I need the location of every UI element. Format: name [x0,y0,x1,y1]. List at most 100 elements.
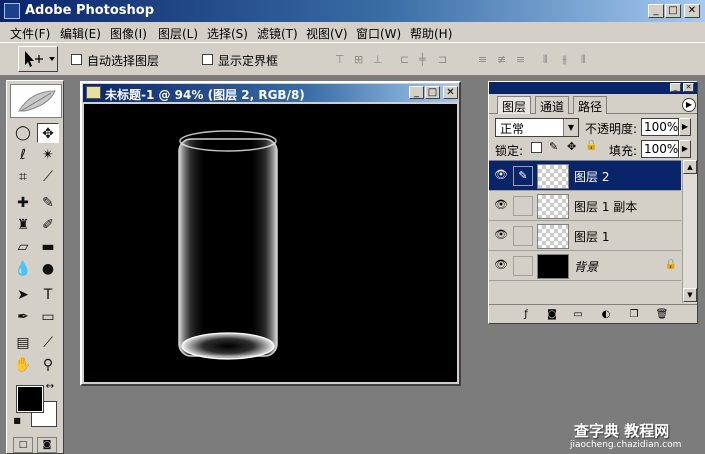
lasso-tool-icon[interactable]: ℓ [12,145,34,165]
toolbox: ◯ ✥ ℓ ✴ ⌗ ⟋ ✚ ✎ ♜ ✐ ▱ ▬ 💧 ● ➤ T ✒ ▭ ▤ ⟋ … [6,80,64,454]
close-button[interactable]: ✕ [684,4,700,18]
delete-layer-icon[interactable]: 🗑 [655,308,669,321]
menu-help[interactable]: 帮助(H) [410,25,452,42]
opacity-slider-arrow[interactable]: ▶ [679,118,691,136]
auto-select-checkbox[interactable] [71,54,82,65]
dodge-tool-icon[interactable]: ● [37,259,59,279]
layer-row[interactable]: 👁 图层 1 副本 [489,191,681,221]
maximize-button[interactable]: □ [665,4,681,18]
align-vcenter-icon[interactable]: ⊞ [354,54,367,66]
layer-link-box[interactable] [513,196,533,216]
crop-tool-icon[interactable]: ⌗ [12,167,34,187]
panel-menu-button[interactable]: ▶ [682,98,696,112]
zoom-tool-icon[interactable]: ⚲ [37,355,59,375]
layer-row[interactable]: 👁 背景 🔒 [489,251,681,281]
doc-minimize-button[interactable]: _ [409,86,424,99]
layer-mask-icon[interactable]: ◙ [545,308,559,321]
menu-view[interactable]: 视图(V) [306,25,348,42]
distribute-hcenter-icon[interactable]: ⫵ [562,54,575,66]
align-left-icon[interactable]: ⊏ [400,54,413,66]
swap-colors-icon[interactable]: ↔ [43,381,57,393]
fill-slider-arrow[interactable]: ▶ [679,140,691,158]
pen-tool-icon[interactable]: ✒ [12,307,34,327]
gradient-tool-icon[interactable]: ▬ [37,237,59,257]
layer-link-box[interactable] [513,226,533,246]
minimize-button[interactable]: _ [648,4,664,18]
visibility-eye-icon[interactable]: 👁 [492,198,510,214]
menu-image[interactable]: 图像(I) [110,25,147,42]
slice-tool-icon[interactable]: ⟋ [37,167,59,187]
blend-mode-select[interactable]: 正常 ▼ [495,118,579,137]
tab-channels[interactable]: 通道 [535,96,570,114]
path-selection-tool-icon[interactable]: ➤ [12,285,34,305]
adjustment-layer-icon[interactable]: ◐ [599,308,613,321]
distribute-vcenter-icon[interactable]: ≢ [497,54,510,66]
lock-position-icon[interactable]: ✥ [567,140,576,153]
layer-brush-link-icon[interactable]: ✎ [513,166,533,186]
visibility-eye-icon[interactable]: 👁 [492,168,510,184]
default-colors-icon[interactable]: ■ [11,415,23,427]
visibility-eye-icon[interactable]: 👁 [492,228,510,244]
history-brush-tool-icon[interactable]: ✐ [37,215,59,235]
lock-all-icon[interactable]: 🔒 [585,140,597,151]
options-bar: 自动选择图层 显示定界框 ⊤ ⊞ ⊥ ⊏ ╪ ⊐ ≡ ≢ ≡ ⫴ ⫵ ⫴ [0,42,705,76]
move-tool-icon [25,51,55,67]
menu-file[interactable]: 文件(F) [10,25,50,42]
menu-filter[interactable]: 滤镜(T) [257,25,298,42]
magic-wand-tool-icon[interactable]: ✴ [37,145,59,165]
layer-link-box[interactable] [513,256,533,276]
menu-layer[interactable]: 图层(L) [158,25,198,42]
move-tool-icon[interactable]: ✥ [37,123,59,143]
layer-row[interactable]: 👁 图层 1 [489,221,681,251]
notes-tool-icon[interactable]: ▤ [12,333,34,353]
menu-window[interactable]: 窗口(W) [356,25,401,42]
visibility-eye-icon[interactable]: 👁 [492,258,510,274]
layer-set-icon[interactable]: ▭ [571,308,585,321]
distribute-top-icon[interactable]: ≡ [478,54,491,66]
clone-stamp-tool-icon[interactable]: ♜ [12,215,34,235]
align-right-icon[interactable]: ⊐ [438,54,451,66]
distribute-bottom-icon[interactable]: ≡ [516,54,529,66]
scroll-down-button[interactable]: ▼ [683,288,697,302]
rectangle-tool-icon[interactable]: ▭ [37,307,59,327]
doc-maximize-button[interactable]: □ [425,86,440,99]
type-tool-icon[interactable]: T [37,285,59,305]
foreground-color-swatch[interactable] [16,385,44,413]
layer-list-scrollbar[interactable]: ▲ ▼ [682,160,697,303]
lock-image-icon[interactable]: ✎ [549,140,558,153]
align-bottom-icon[interactable]: ⊥ [373,54,386,66]
eraser-tool-icon[interactable]: ▱ [12,237,34,257]
show-bounds-checkbox[interactable] [202,54,213,65]
brush-tool-icon[interactable]: ✎ [37,193,59,213]
quick-mask-icon[interactable]: ◙ [37,437,57,453]
align-hcenter-icon[interactable]: ╪ [419,54,432,66]
feather-logo[interactable] [10,84,62,118]
tab-paths[interactable]: 路径 [573,96,608,114]
doc-close-button[interactable]: ✕ [443,86,458,99]
site-watermark: 查字典 教程网 jiaocheng.chazidian.com [570,420,700,452]
document-canvas[interactable] [84,104,457,382]
tab-layers[interactable]: 图层 [497,96,532,114]
distribute-left-icon[interactable]: ⫴ [543,54,556,66]
new-layer-icon[interactable]: ❐ [627,308,641,321]
panel-close-button[interactable]: ✕ [683,83,694,92]
layer-row[interactable]: 👁 ✎ 图层 2 [489,161,681,191]
menu-edit[interactable]: 编辑(E) [60,25,101,42]
standard-mode-icon[interactable]: □ [13,437,33,453]
distribute-right-icon[interactable]: ⫴ [581,54,594,66]
panel-minimize-button[interactable]: _ [670,83,681,92]
scroll-up-button[interactable]: ▲ [683,160,697,174]
marquee-tool-icon[interactable]: ◯ [12,123,34,143]
align-top-icon[interactable]: ⊤ [335,54,348,66]
menu-select[interactable]: 选择(S) [207,25,248,42]
tool-preset-picker[interactable] [18,46,58,72]
hand-tool-icon[interactable]: ✋ [12,355,34,375]
fill-input[interactable]: 100% [641,140,679,158]
healing-brush-tool-icon[interactable]: ✚ [12,193,34,213]
blur-tool-icon[interactable]: 💧 [12,259,34,279]
opacity-input[interactable]: 100% [641,118,679,136]
eyedropper-tool-icon[interactable]: ⟋ [37,333,59,353]
layer-style-icon[interactable]: ƒ [519,308,533,321]
lock-transparency-icon[interactable] [531,142,542,153]
chevron-down-icon: ▼ [563,119,578,136]
